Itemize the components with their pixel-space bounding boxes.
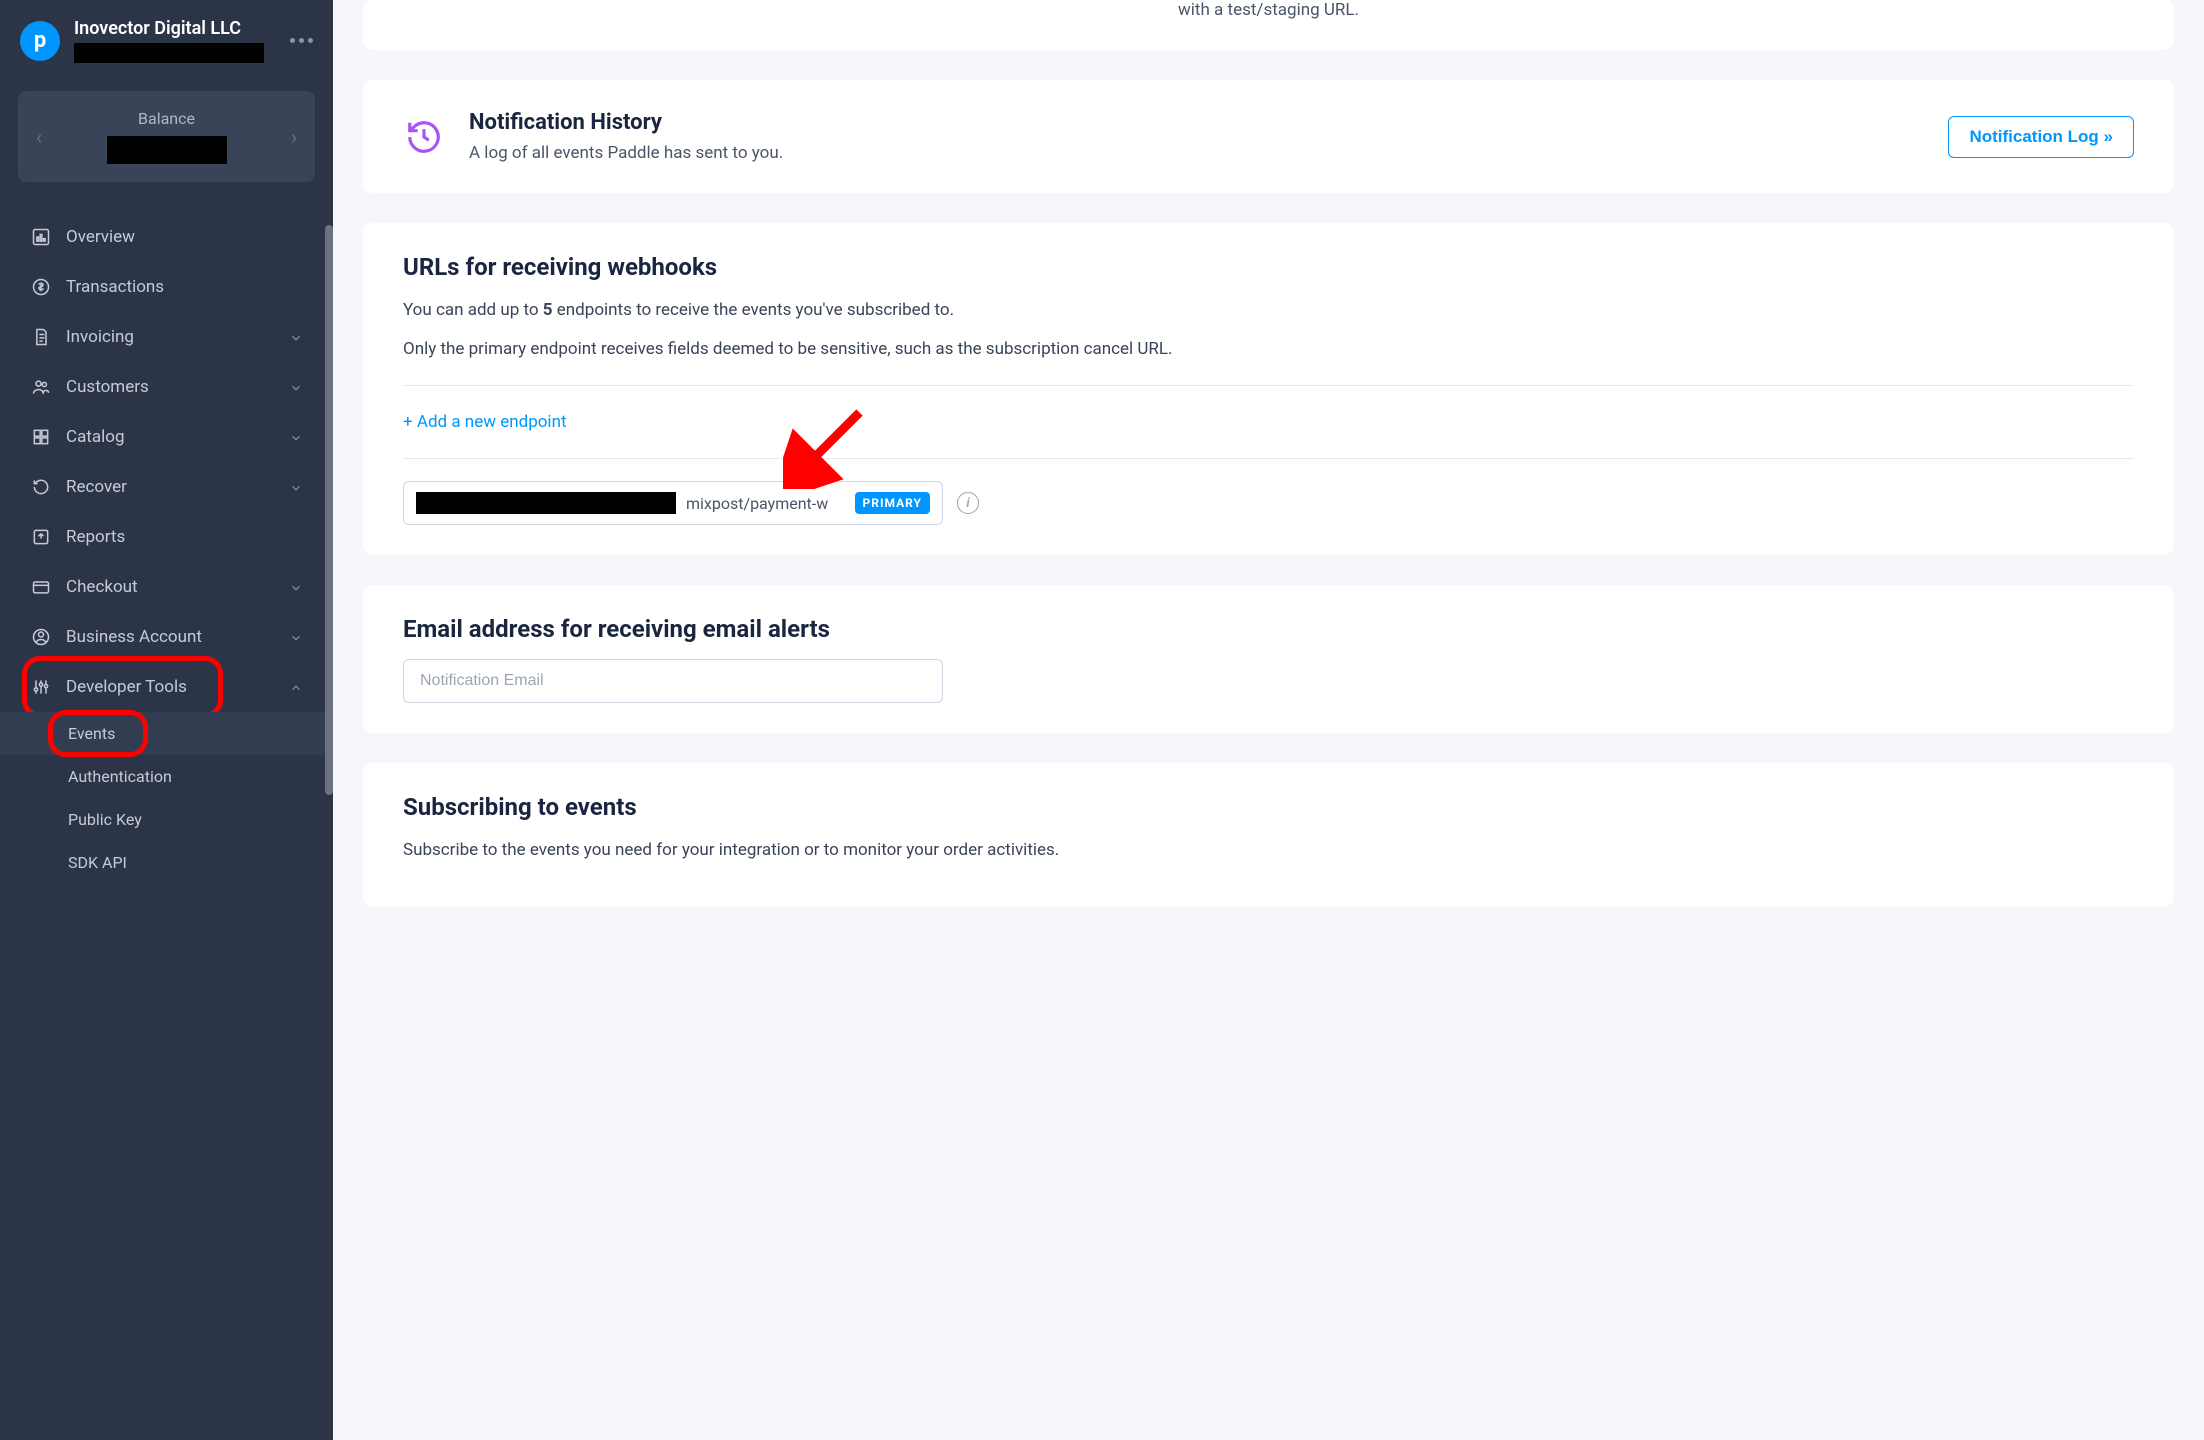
notification-title: Notification History — [469, 110, 1924, 135]
scrollbar[interactable] — [325, 225, 333, 795]
subnav-item-events[interactable]: Events — [0, 712, 333, 755]
subscribe-desc: Subscribe to the events you need for you… — [403, 837, 2134, 864]
sidebar-item-recover[interactable]: Recover — [0, 462, 333, 512]
sidebar-item-catalog[interactable]: Catalog — [0, 412, 333, 462]
more-icon[interactable] — [290, 38, 313, 43]
subnav-label: Public Key — [68, 810, 142, 829]
users-icon — [30, 376, 52, 398]
webhooks-desc-1: You can add up to 5 endpoints to receive… — [403, 297, 2134, 324]
subnav-label: SDK API — [68, 853, 127, 872]
subnav-item-sdk-api[interactable]: SDK API — [0, 841, 333, 884]
subnav-label: Events — [68, 724, 115, 743]
redacted-company-detail — [74, 43, 264, 63]
chevron-down-icon — [289, 330, 303, 344]
sidebar-item-customers[interactable]: Customers — [0, 362, 333, 412]
dollar-icon — [30, 276, 52, 298]
chevron-down-icon — [289, 580, 303, 594]
endpoint-row: mixpost/payment-w PRIMARY i — [403, 481, 2134, 525]
chevron-down-icon — [289, 430, 303, 444]
logo-icon: p — [20, 21, 60, 61]
sidebar-item-label: Overview — [66, 227, 303, 247]
primary-badge: PRIMARY — [855, 492, 930, 514]
developer-tools-subnav: Events Authentication Public Key SDK API — [0, 712, 333, 884]
webhooks-title: URLs for receiving webhooks — [403, 253, 2134, 281]
sidebar-item-label: Recover — [66, 477, 275, 497]
redacted-endpoint-prefix — [416, 492, 676, 514]
sidebar-item-transactions[interactable]: Transactions — [0, 262, 333, 312]
sidebar-item-checkout[interactable]: Checkout — [0, 562, 333, 612]
sidebar-item-label: Catalog — [66, 427, 275, 447]
subscribe-title: Subscribing to events — [403, 793, 2134, 821]
person-icon — [30, 626, 52, 648]
history-icon — [403, 116, 445, 158]
notification-desc: A log of all events Paddle has sent to y… — [469, 143, 1924, 163]
main-content: with a test/staging URL. Notification Hi… — [333, 0, 2204, 1440]
webhooks-desc-2: Only the primary endpoint receives field… — [403, 336, 2134, 363]
chevron-down-icon — [289, 380, 303, 394]
subnav-item-authentication[interactable]: Authentication — [0, 755, 333, 798]
company-info[interactable]: Inovector Digital LLC — [74, 18, 276, 63]
sidebar-item-label: Checkout — [66, 577, 275, 597]
email-alerts-card: Email address for receiving email alerts — [363, 585, 2174, 733]
undo-icon — [30, 476, 52, 498]
partial-text: with a test/staging URL. — [403, 0, 2134, 20]
sidebar-item-overview[interactable]: Overview — [0, 212, 333, 262]
chevron-down-icon — [289, 630, 303, 644]
sidebar-header: p Inovector Digital LLC — [0, 0, 333, 81]
balance-label: Balance — [42, 109, 291, 128]
dashboard-icon — [30, 226, 52, 248]
balance-next-icon[interactable]: › — [291, 125, 297, 149]
info-icon[interactable]: i — [957, 492, 979, 514]
annotation-arrow — [783, 399, 873, 489]
partial-card: with a test/staging URL. — [363, 0, 2174, 50]
subnav-label: Authentication — [68, 767, 172, 786]
sidebar-item-business-account[interactable]: Business Account — [0, 612, 333, 662]
export-icon — [30, 526, 52, 548]
balance-card: ‹ Balance › — [18, 91, 315, 182]
sidebar: p Inovector Digital LLC ‹ Balance › Over… — [0, 0, 333, 1440]
nav: Overview Transactions Invoicing Customer… — [0, 212, 333, 904]
add-endpoint-link[interactable]: + Add a new endpoint — [403, 408, 567, 436]
grid-icon — [30, 426, 52, 448]
redacted-balance-amount — [107, 136, 227, 164]
company-name: Inovector Digital LLC — [74, 18, 276, 39]
endpoint-input[interactable]: mixpost/payment-w PRIMARY — [403, 481, 943, 525]
divider — [403, 385, 2134, 386]
sidebar-item-developer-tools[interactable]: Developer Tools — [0, 662, 333, 712]
subscribe-card: Subscribing to events Subscribe to the e… — [363, 763, 2174, 906]
email-alerts-title: Email address for receiving email alerts — [403, 615, 2134, 643]
sidebar-item-label: Invoicing — [66, 327, 275, 347]
endpoint-visible-text: mixpost/payment-w — [686, 494, 828, 513]
divider — [403, 458, 2134, 459]
notification-history-card: Notification History A log of all events… — [363, 80, 2174, 193]
sidebar-item-label: Business Account — [66, 627, 275, 647]
notification-email-input[interactable] — [403, 659, 943, 703]
card-icon — [30, 576, 52, 598]
sidebar-item-label: Developer Tools — [66, 677, 275, 697]
notification-log-button[interactable]: Notification Log » — [1948, 116, 2134, 158]
sliders-icon — [30, 676, 52, 698]
subnav-item-public-key[interactable]: Public Key — [0, 798, 333, 841]
sidebar-item-reports[interactable]: Reports — [0, 512, 333, 562]
sidebar-item-label: Reports — [66, 527, 303, 547]
webhooks-card: URLs for receiving webhooks You can add … — [363, 223, 2174, 555]
sidebar-item-label: Customers — [66, 377, 275, 397]
sidebar-item-invoicing[interactable]: Invoicing — [0, 312, 333, 362]
invoice-icon — [30, 326, 52, 348]
chevron-down-icon — [289, 480, 303, 494]
chevron-up-icon — [289, 680, 303, 694]
sidebar-item-label: Transactions — [66, 277, 303, 297]
